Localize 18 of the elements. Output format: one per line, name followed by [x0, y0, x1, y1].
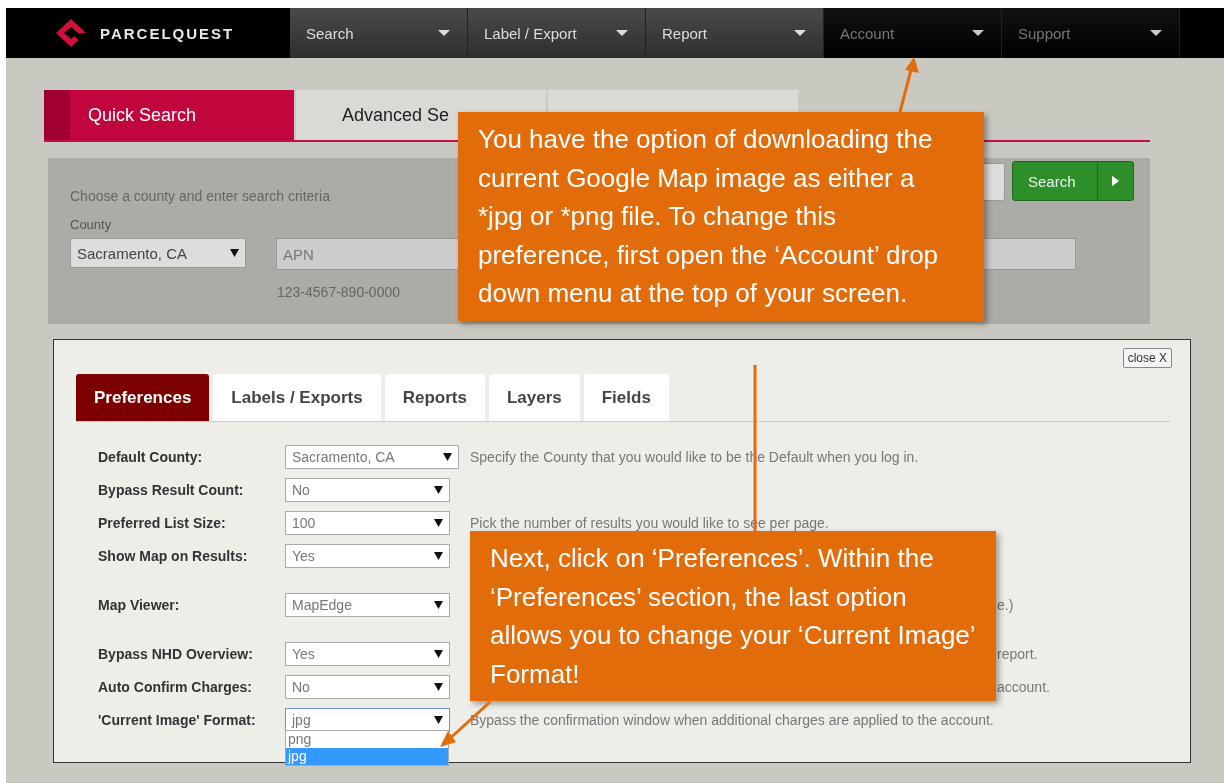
setting-label: Preferred List Size:: [98, 514, 227, 531]
brand-name: PARCELQUEST: [100, 24, 235, 42]
callout-tooltip: You have the option of downloading the current Google Map image as either a *jpg or *png file. To change this preference, first open the ‘Account’ drop down menu at the top of your screen.: [458, 112, 984, 321]
setting-label: Map Viewer:: [98, 596, 181, 613]
setting-label: Default County:: [98, 448, 204, 465]
instructions-text: Choose a county and enter search criteria: [70, 188, 330, 204]
setting-description: e.): [997, 596, 1014, 613]
setting-label: Show Map on Results:: [98, 547, 249, 564]
setting-label: Bypass NHD Overview:: [98, 645, 254, 662]
setting-label: Bypass Result Count:: [98, 481, 245, 498]
callout-tooltip: Next, click on ‘Preferences’. Within the ‘Preferences’ section, the last option allows you to change your ‘Current Image’ Format!: [470, 531, 996, 701]
setting-description: Bypass the confirmation window when additional charges are applied to the account.: [470, 711, 994, 728]
setting-label: 'Current Image' Format:: [98, 711, 257, 728]
apn-hint: 123-4567-890-0000: [277, 284, 400, 300]
setting-description: account.: [997, 678, 1050, 695]
setting-label: Auto Confirm Charges:: [98, 678, 253, 695]
county-label: County: [70, 217, 112, 232]
setting-description: report.: [997, 645, 1038, 662]
